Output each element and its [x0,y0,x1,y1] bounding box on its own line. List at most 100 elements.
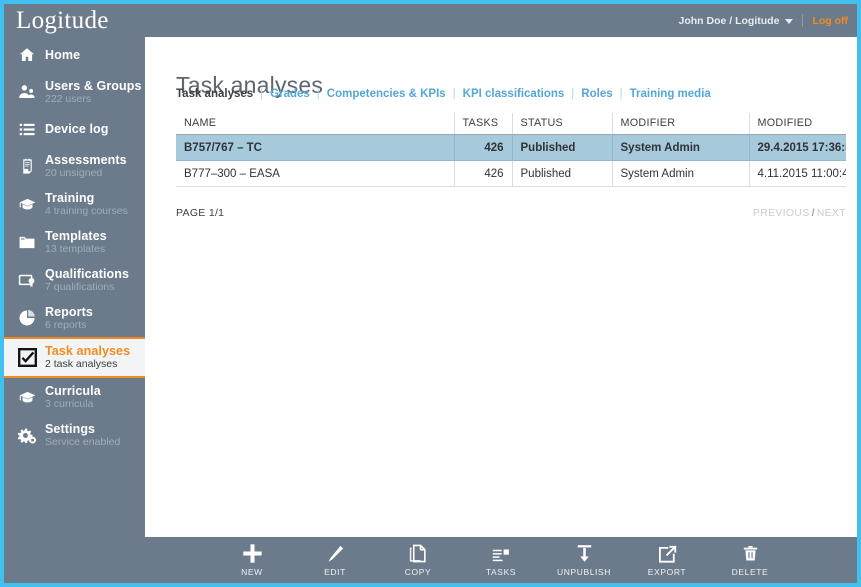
sidebar-item-text: Curricula 3 curricula [42,384,101,411]
sidebar-item-label: Device log [45,122,109,136]
tab-separator: | [571,88,575,100]
table-row[interactable]: B757/767 – TC 426 Published System Admin 29.… [176,134,846,161]
document-icon [409,544,428,564]
pagination-bar: PAGE 1/1 PREVIOUS / NEXT [176,207,846,219]
toolbar-button-label: EDIT [324,566,346,577]
table-header: NAME TASKS STATUS MODIFIER MODIFIED [176,113,846,135]
toolbar-button-label: EXPORT [647,566,687,577]
edit-button[interactable]: EDIT [306,544,364,577]
tab-training-media[interactable]: Training media [630,88,711,100]
sidebar-item-label: Qualifications [45,266,130,281]
sidebar-item-label: Assessments [45,152,127,167]
folder-icon [12,234,42,251]
export-icon [657,544,678,564]
toolbar-button-label: TASKS [485,566,517,577]
toolbar-button-label: COPY [404,566,432,577]
tab-roles[interactable]: Roles [581,88,612,100]
next-page-link[interactable]: NEXT [817,207,846,219]
sidebar-item-label: Curricula [45,383,101,398]
sidebar-item-task-analyses[interactable]: Task analyses 2 task analyses [4,337,145,378]
sidebar-item-text: Qualifications 7 qualifications [42,267,129,294]
tab-kpi-classifications[interactable]: KPI classifications [463,88,565,100]
sidebar-item-text: Task analyses 2 task analyses [42,344,130,371]
upload-icon [575,544,594,564]
sidebar-item-text: Training 4 training courses [42,191,128,218]
new-button[interactable]: NEW [223,543,281,577]
app-logo: Logitude [16,7,109,34]
cell-status: Published [511,134,612,161]
clipboard-icon [12,157,42,176]
sidebar-item-sublabel: 3 curricula [45,397,94,410]
column-header-name[interactable]: NAME [176,113,454,135]
sidebar-item-training[interactable]: Training 4 training courses [4,185,145,223]
previous-page-link[interactable]: PREVIOUS [753,207,810,219]
sidebar-item-users-groups[interactable]: Users & Groups 222 users [4,73,145,111]
column-header-tasks[interactable]: TASKS [453,113,512,135]
sidebar-item-label: Templates [45,228,107,243]
sidebar-item-text: Home [42,48,80,62]
trash-icon [742,544,759,564]
pie-chart-icon [12,309,42,327]
sidebar-item-device-log[interactable]: Device log [4,111,145,147]
tab-task-analyses[interactable]: Task analyses [176,88,253,100]
tab-grades[interactable]: Grades [270,88,310,100]
sidebar-item-sublabel: 222 users [45,92,92,105]
column-header-modified[interactable]: MODIFIED [748,113,846,135]
tab-separator: | [316,88,320,100]
sidebar-navigation: Home Users & Groups 222 users Device log Ass… [4,37,145,550]
pager-separator: / [811,207,815,219]
sidebar-item-qualifications[interactable]: Qualifications 7 qualifications [4,261,145,299]
account-area: John Doe / Logitude Log off [679,4,848,37]
cell-tasks: 426 [453,134,512,161]
log-off-link[interactable]: Log off [812,15,848,27]
sidebar-item-sublabel: 7 qualifications [45,280,115,293]
gears-icon [12,426,42,445]
tab-separator: | [619,88,623,100]
unpublish-button[interactable]: UNPUBLISH [555,544,613,577]
chevron-down-icon[interactable] [785,19,794,24]
divider [802,14,804,27]
sidebar-item-templates[interactable]: Templates 13 templates [4,223,145,261]
cell-modifier: System Admin [611,134,749,161]
page-navigation: PREVIOUS / NEXT [753,207,846,219]
sidebar-item-label: Settings [45,421,96,436]
tab-competencies-kpis[interactable]: Competencies & KPIs [327,88,446,100]
copy-button[interactable]: COPY [389,544,447,577]
sidebar-item-text: Reports 6 reports [42,305,93,332]
sidebar-item-text: Device log [42,122,109,136]
task-analyses-table-container: NAME TASKS STATUS MODIFIER MODIFIED B757… [176,113,846,187]
cell-modifier: System Admin [611,160,749,187]
sidebar-item-settings[interactable]: Settings Service enabled [4,416,145,454]
delete-button[interactable]: DELETE [721,544,779,577]
checkbox-icon [12,348,42,367]
tab-separator: | [452,88,456,100]
sub-navigation-tabs: Task analyses | Grades | Competencies & KPIs… [176,88,711,100]
task-analyses-table: NAME TASKS STATUS MODIFIER MODIFIED B757… [176,113,846,187]
column-header-modifier[interactable]: MODIFIER [611,113,749,135]
tasks-button[interactable]: TASKS [472,544,530,577]
page-indicator: PAGE 1/1 [176,207,225,219]
sidebar-item-sublabel: 6 reports [45,318,87,331]
certificate-icon [12,272,42,289]
sidebar-item-reports[interactable]: Reports 6 reports [4,299,145,337]
action-toolbar: NEW EDIT COPY TASKS UNPUBLISH EXPORT DELETE [4,537,857,583]
toolbar-button-label: DELETE [731,566,769,577]
sidebar-item-text: Assessments 20 unsigned [42,153,127,180]
cell-status: Published [511,160,612,187]
sidebar-item-home[interactable]: Home [4,37,145,73]
sidebar-item-label: Users & Groups [45,78,142,93]
pencil-icon [325,544,345,564]
table-row[interactable]: B777–300 – EASA 426 Published System Admin 4… [176,160,846,187]
export-button[interactable]: EXPORT [638,544,696,577]
home-icon [12,46,42,64]
graduation-cap-icon [12,196,42,213]
sidebar-item-sublabel: 13 templates [45,242,106,255]
sidebar-item-assessments[interactable]: Assessments 20 unsigned [4,147,145,185]
cell-name: B777–300 – EASA [176,160,454,187]
sidebar-item-curricula[interactable]: Curricula 3 curricula [4,378,145,416]
column-header-status[interactable]: STATUS [511,113,612,135]
table-header-row: NAME TASKS STATUS MODIFIER MODIFIED [176,113,846,135]
top-header-bar: Logitude John Doe / Logitude Log off [4,4,857,37]
sidebar-item-text: Settings Service enabled [42,422,120,449]
toolbar-button-label: NEW [241,566,263,577]
